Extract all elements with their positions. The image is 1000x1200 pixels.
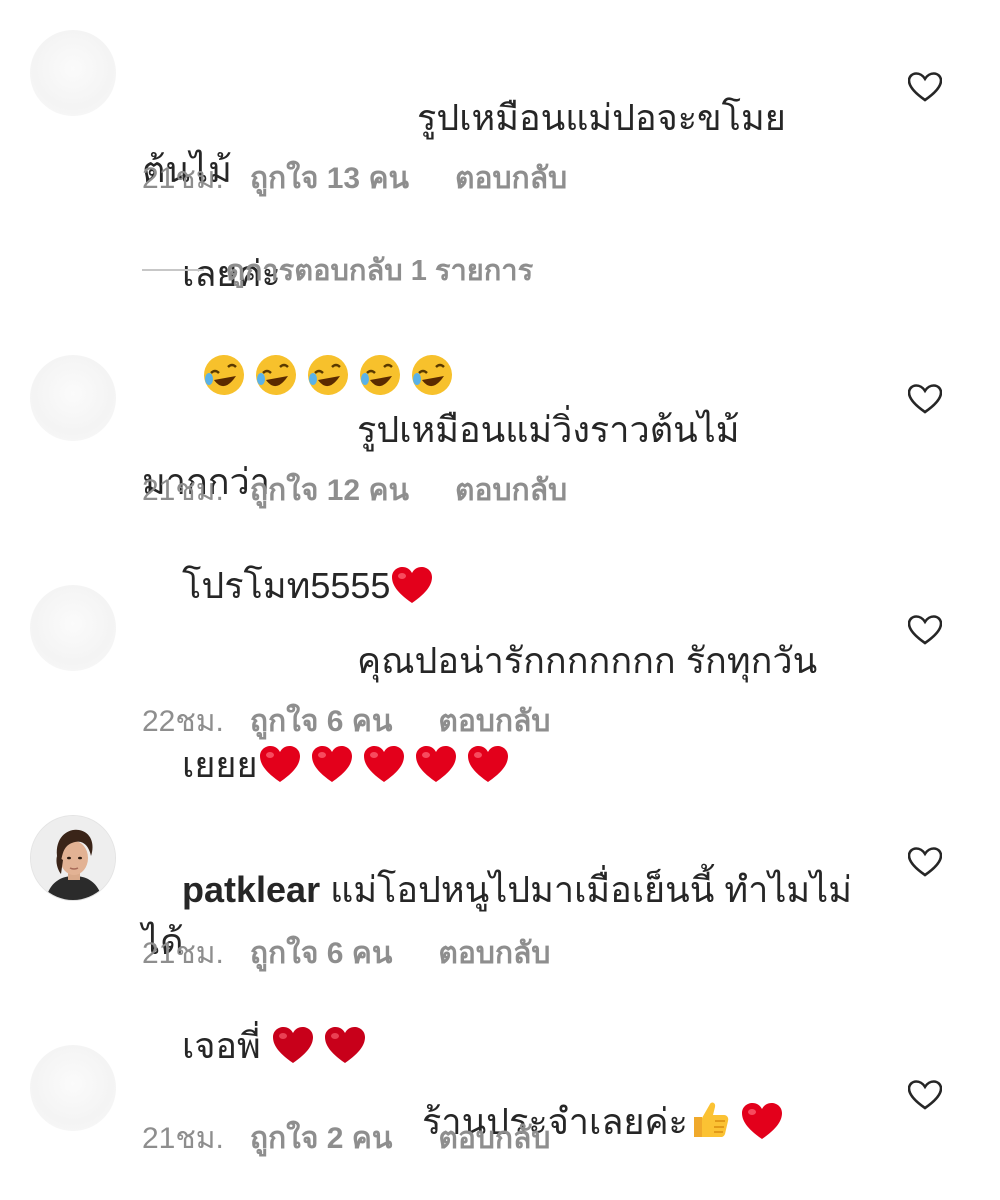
heart-outline-icon[interactable] <box>908 384 942 414</box>
comment-time: 21ชม. <box>142 474 224 507</box>
likes-count[interactable]: ถูกใจ 6 คน <box>250 698 393 745</box>
likes-count[interactable]: ถูกใจ 12 คน <box>250 467 409 514</box>
avatar[interactable] <box>30 355 116 441</box>
comment-line-2: เยยย <box>182 744 258 785</box>
avatar[interactable] <box>30 1045 116 1131</box>
comment-time: 22ชม. <box>142 705 224 738</box>
thumbs-up-emoji-icon <box>693 1102 729 1137</box>
reply-button[interactable]: ตอบกลับ <box>455 155 567 202</box>
reply-button[interactable]: ตอบกลับ <box>438 930 550 977</box>
avatar[interactable] <box>30 585 116 671</box>
reply-button[interactable]: ตอบกลับ <box>438 1115 550 1162</box>
view-replies-label: ดูการตอบกลับ 1 รายการ <box>226 255 534 287</box>
comment-time: 21ชม. <box>142 1122 224 1155</box>
heart-emoji-icon <box>259 746 300 782</box>
comment-line-1: คุณปอน่ารักกกกกกก รักทุกวัน <box>357 640 818 681</box>
reply-button[interactable]: ตอบกลับ <box>438 698 550 745</box>
heart-emoji-icon <box>415 746 456 782</box>
heart-outline-icon[interactable] <box>908 847 942 877</box>
heart-outline-icon[interactable] <box>908 1080 942 1110</box>
heart-emoji-icon <box>363 746 404 782</box>
heart-emoji-icon <box>741 1103 782 1139</box>
heart-emoji-group <box>258 744 518 785</box>
comment-meta: 21ชม. ถูกใจ 2 คน ตอบกลับ <box>142 1115 550 1162</box>
comment-meta: 21ชม. ถูกใจ 12 คน ตอบกลับ <box>142 467 567 514</box>
heart-outline-icon[interactable] <box>908 72 942 102</box>
divider <box>142 269 204 271</box>
heart-outline-icon[interactable] <box>908 615 942 645</box>
comment-meta: 21ชม. ถูกใจ 13 คน ตอบกลับ <box>142 155 567 202</box>
comment-meta: 21ชม. ถูกใจ 6 คน ตอบกลับ <box>142 930 550 977</box>
user-photo <box>31 816 115 900</box>
likes-count[interactable]: ถูกใจ 2 คน <box>250 1115 393 1162</box>
avatar[interactable] <box>30 815 116 901</box>
likes-count[interactable]: ถูกใจ 13 คน <box>250 155 409 202</box>
avatar[interactable] <box>30 30 116 116</box>
heart-emoji-icon <box>467 746 508 782</box>
likes-count[interactable]: ถูกใจ 6 คน <box>250 930 393 977</box>
comment-username[interactable]: patklear <box>182 869 320 910</box>
comment-time: 21ชม. <box>142 937 224 970</box>
heart-emoji-icon <box>311 746 352 782</box>
comment-meta: 22ชม. ถูกใจ 6 คน ตอบกลับ <box>142 698 550 745</box>
reply-button[interactable]: ตอบกลับ <box>455 467 567 514</box>
comment-time: 21ชม. <box>142 162 224 195</box>
view-replies-button[interactable]: ดูการตอบกลับ 1 รายการ <box>142 250 533 290</box>
